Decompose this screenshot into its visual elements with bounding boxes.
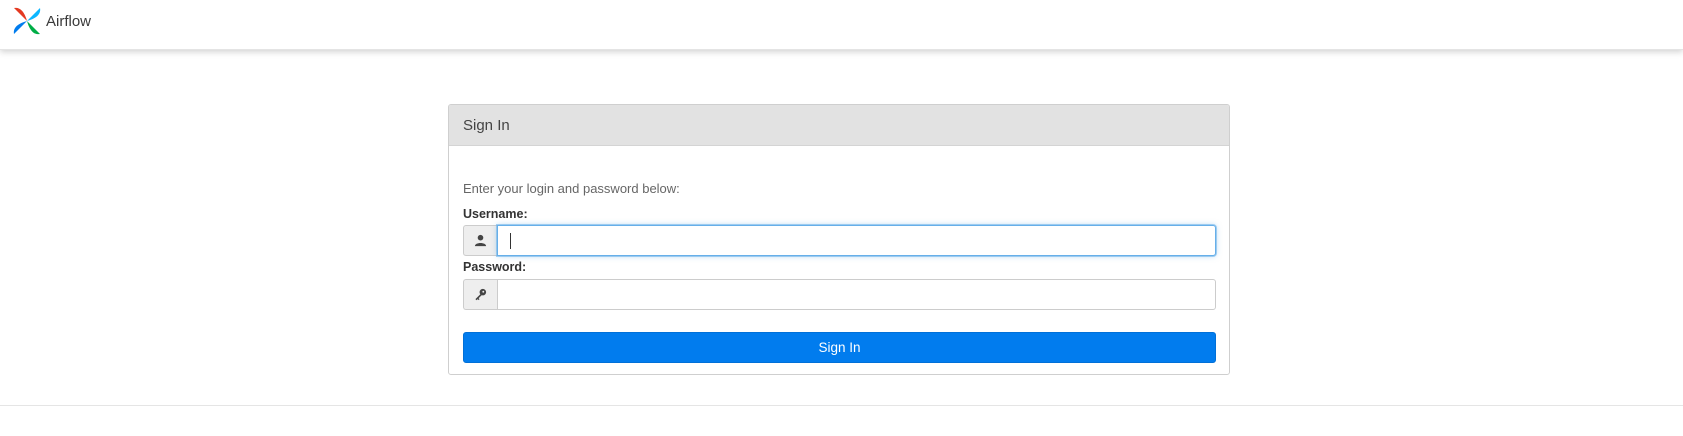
key-icon <box>463 279 497 310</box>
sign-in-button[interactable]: Sign In <box>463 332 1216 363</box>
footer-divider <box>0 405 1683 406</box>
password-input[interactable] <box>497 279 1216 310</box>
brand-label: Airflow <box>46 12 92 30</box>
user-icon <box>463 225 497 256</box>
username-input[interactable] <box>497 225 1216 256</box>
text-caret <box>510 233 511 249</box>
password-input-group <box>463 279 1216 310</box>
top-navbar: Airflow <box>0 0 1683 50</box>
panel-heading: Sign In <box>449 105 1229 146</box>
username-input-group <box>463 225 1216 256</box>
signin-panel: Sign In Enter your login and password be… <box>448 104 1230 375</box>
login-hint: Enter your login and password below: <box>463 181 680 196</box>
brand-link[interactable]: Airflow <box>10 4 91 38</box>
password-label: Password: <box>463 260 527 274</box>
airflow-pinwheel-logo-icon <box>13 7 41 35</box>
username-label: Username: <box>463 207 528 221</box>
